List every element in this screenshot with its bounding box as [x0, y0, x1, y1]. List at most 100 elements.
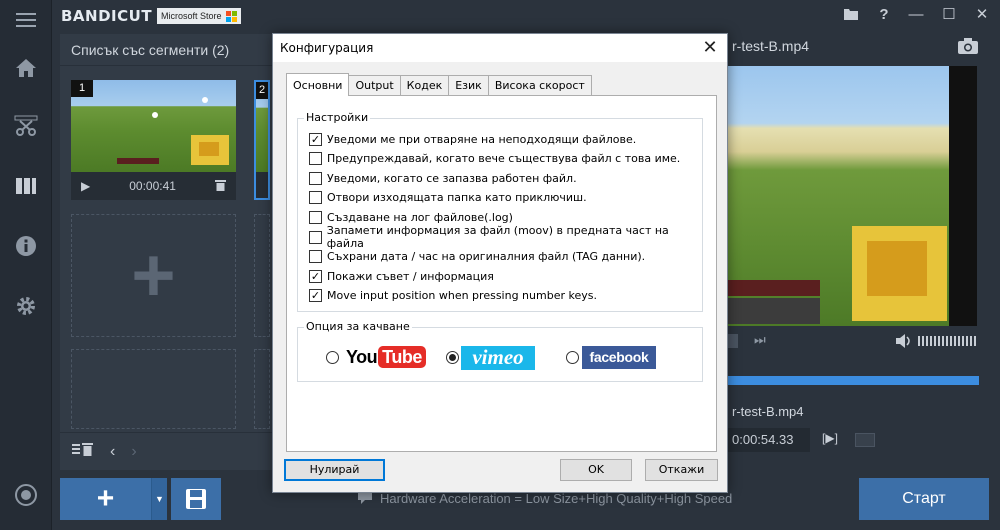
cancel-button[interactable]: Откажи [645, 459, 718, 481]
checkbox[interactable]: ✓ [309, 289, 322, 303]
add-segment-slot-3[interactable] [71, 349, 236, 429]
microsoft-store-badge[interactable]: Microsoft Store [157, 8, 241, 24]
segment-card-1[interactable]: 1 ▶ 00:00:41 [71, 80, 236, 200]
home-icon[interactable] [0, 48, 52, 88]
play-segment-icon[interactable]: [▶] [822, 431, 838, 445]
help-button[interactable]: ? [867, 0, 901, 28]
setting-label: Отвори изходящата папка като приключиш. [327, 191, 587, 205]
tab-general[interactable]: Основни [286, 73, 350, 96]
setting-option[interactable]: Запамети информация за файл (moov) в пре… [309, 224, 702, 250]
checkbox[interactable] [309, 210, 322, 224]
upload-group: Опция за качване You Tube vimeo facebook [297, 320, 703, 382]
close-icon[interactable]: ✕ [699, 38, 721, 58]
volume-slider[interactable] [918, 336, 978, 346]
settings-icon[interactable] [0, 286, 52, 326]
output-file-name: r-test-B.mp4 [732, 404, 804, 419]
checkbox[interactable] [309, 230, 322, 244]
setting-label: Създаване на лог файлове(.log) [327, 210, 513, 224]
tab-language[interactable]: Език [448, 75, 489, 96]
vimeo-logo[interactable]: vimeo [461, 346, 535, 370]
start-button[interactable]: Старт [859, 478, 989, 520]
sidebar [0, 0, 52, 530]
progress-bar[interactable] [722, 376, 979, 385]
add-segment-slot[interactable]: + [71, 214, 236, 337]
youtube-logo[interactable]: You Tube [346, 346, 426, 368]
dialog-tabs: Основни Output Кодек Език Висока скорост [286, 73, 592, 96]
segment-number: 1 [71, 80, 93, 97]
setting-option[interactable]: ✓ Покажи съвет / информация [309, 268, 494, 284]
hardware-acceleration-text: Hardware Acceleration = Low Size+High Qu… [380, 491, 733, 506]
duration-display: 0:00:54.33 [722, 428, 810, 452]
facebook-logo[interactable]: facebook [582, 346, 656, 369]
folder-icon[interactable] [834, 0, 868, 28]
store-badge-label: Microsoft Store [161, 11, 222, 21]
next-icon[interactable]: › [131, 443, 136, 461]
setting-option[interactable]: Отвори изходящата папка като приключиш. [309, 190, 587, 206]
setting-option[interactable]: Съхрани дата / час на оригиналния файл (… [309, 249, 645, 265]
setting-label: Съхрани дата / час на оригиналния файл (… [327, 250, 646, 264]
preview-letterbox [949, 66, 977, 326]
tab-codec[interactable]: Кодек [399, 75, 450, 96]
app-logo: BANDICUT [61, 7, 153, 25]
setting-label: Уведоми ме при отваряне на неподходящи ф… [327, 132, 637, 146]
clear-list-icon[interactable] [72, 442, 94, 461]
youtube-logo-tube: Tube [378, 346, 426, 368]
add-segment-slot-2[interactable] [254, 214, 270, 337]
minimize-button[interactable]: — [899, 0, 933, 28]
general-tab-panel: Настройки ✓ Уведоми ме при отваряне на не… [286, 95, 717, 452]
add-file-button[interactable]: + [60, 478, 151, 520]
upload-group-label: Опция за качване [304, 320, 412, 333]
vimeo-radio[interactable] [446, 351, 459, 364]
setting-option[interactable]: Уведоми, когато се запазва работен файл. [309, 170, 577, 186]
configuration-dialog: Конфигурация ✕ Основни Output Кодек Език… [272, 33, 728, 493]
checkbox[interactable] [309, 191, 322, 205]
facebook-radio[interactable] [566, 351, 579, 364]
settings-group: Настройки ✓ Уведоми ме при отваряне на не… [297, 111, 703, 312]
setting-label: Покажи съвет / информация [327, 269, 494, 283]
settings-group-label: Настройки [304, 111, 371, 124]
reset-button[interactable]: Нулирай [284, 459, 385, 481]
add-segment-slot-4[interactable] [254, 349, 270, 429]
segment-thumbnail [71, 80, 236, 172]
join-icon[interactable] [0, 166, 52, 206]
checkbox[interactable] [309, 171, 322, 185]
setting-label: Уведоми, когато се запазва работен файл. [327, 171, 577, 185]
save-button[interactable] [171, 478, 221, 520]
preview-file-title: r-test-B.mp4 [732, 38, 810, 54]
skip-end-icon[interactable]: ⏭ [754, 332, 766, 348]
menu-icon[interactable] [0, 0, 52, 40]
setting-option[interactable]: ✓ Уведоми ме при отваряне на неподходящи … [309, 131, 636, 147]
volume-icon[interactable] [896, 334, 912, 351]
maximize-button[interactable]: ☐ [932, 0, 966, 28]
segment-controls: ▶ 00:00:41 [71, 172, 236, 200]
camera-icon[interactable] [958, 38, 978, 59]
checkbox[interactable]: ✓ [309, 132, 322, 146]
ok-button[interactable]: OK [560, 459, 632, 481]
tab-high-speed[interactable]: Висока скорост [487, 75, 592, 96]
setting-option[interactable]: Създаване на лог файлове(.log) [309, 209, 513, 225]
segment-time: 00:00:41 [129, 179, 176, 193]
previous-icon[interactable]: ‹ [110, 443, 115, 461]
video-preview[interactable] [722, 66, 949, 326]
chevron-down-icon[interactable]: ▼ [151, 478, 167, 520]
setting-label: Предупреждавай, когато вече съществува ф… [327, 152, 681, 166]
close-button[interactable]: ✕ [965, 0, 999, 28]
segment-card-2[interactable]: 2 [254, 80, 270, 200]
cut-icon[interactable] [0, 106, 52, 146]
youtube-radio[interactable] [326, 351, 339, 364]
tab-output[interactable]: Output [348, 75, 401, 96]
checkbox[interactable]: ✓ [309, 269, 322, 283]
player-controls: ⏭ [722, 330, 980, 356]
checkbox[interactable] [309, 152, 322, 166]
setting-option[interactable]: Предупреждавай, когато вече съществува ф… [309, 151, 680, 167]
setting-option[interactable]: ✓ Move input position when pressing numbe… [309, 288, 597, 304]
dialog-title: Конфигурация [273, 34, 727, 62]
mute-toggle[interactable] [855, 433, 875, 447]
record-icon[interactable] [0, 475, 52, 515]
checkbox[interactable] [309, 250, 322, 264]
play-icon[interactable]: ▶ [81, 179, 90, 193]
trash-icon[interactable] [214, 179, 226, 194]
info-icon[interactable] [0, 226, 52, 266]
segment-number-2: 2 [256, 82, 268, 99]
youtube-logo-you: You [346, 346, 378, 367]
